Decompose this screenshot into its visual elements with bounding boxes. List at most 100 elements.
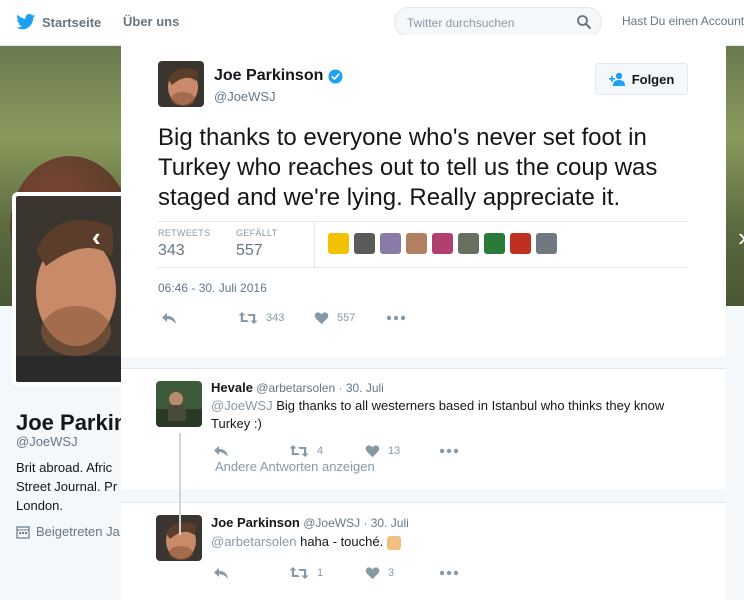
profile-handle: @JoeWSJ bbox=[16, 434, 78, 449]
profile-name: Joe Parkin bbox=[16, 410, 128, 435]
reply-retweet-count: 4 bbox=[317, 445, 324, 457]
nav-about-link[interactable]: Über uns bbox=[123, 14, 179, 29]
like-stat[interactable]: GEFÄLLT 557 bbox=[236, 228, 277, 260]
stats-divider-bottom bbox=[158, 267, 688, 268]
reply-header: Hevale @arbetarsolen · 30. Juli bbox=[211, 380, 384, 395]
reply-date[interactable]: 30. Juli bbox=[346, 381, 384, 395]
thumbs-up-emoji-icon bbox=[386, 535, 401, 550]
more-dots-icon bbox=[439, 448, 459, 454]
more-replies-link[interactable]: Andere Antworten anzeigen bbox=[215, 459, 375, 474]
retweet-icon bbox=[289, 567, 309, 579]
chevron-right-icon[interactable]: › bbox=[738, 222, 744, 253]
face-avatar[interactable] bbox=[406, 233, 427, 254]
portrait-avatar[interactable] bbox=[432, 233, 453, 254]
reply-like-count: 3 bbox=[388, 567, 395, 579]
reply-text: @arbetarsolen haha - touché. bbox=[211, 533, 691, 551]
add-user-icon bbox=[608, 72, 625, 86]
reply-icon bbox=[162, 312, 176, 324]
retweet-button[interactable]: 1 bbox=[289, 566, 365, 580]
reply-header: Joe Parkinson @JoeWSJ · 30. Juli bbox=[211, 515, 409, 530]
reply-text: @JoeWSJ Big thanks to all westerners bas… bbox=[211, 397, 691, 433]
portrait-avatar[interactable] bbox=[354, 233, 375, 254]
verified-badge-icon bbox=[328, 68, 343, 84]
retweet-icon bbox=[289, 445, 309, 457]
group-avatar[interactable] bbox=[458, 233, 479, 254]
more-options-button[interactable] bbox=[439, 570, 467, 576]
reply-date[interactable]: 30. Juli bbox=[371, 516, 409, 530]
like-stat-label: GEFÄLLT bbox=[236, 228, 278, 238]
retweet-stat-label: RETWEETS bbox=[158, 228, 211, 238]
author-avatar-image bbox=[158, 61, 204, 107]
reply-mention[interactable]: @JoeWSJ bbox=[211, 398, 273, 413]
reply-icon bbox=[214, 567, 228, 579]
reply-actions: 1 3 bbox=[213, 566, 467, 580]
reply-item[interactable]: Hevale @arbetarsolen · 30. Juli @JoeWSJ … bbox=[121, 368, 726, 489]
author-avatar[interactable] bbox=[158, 61, 204, 107]
tweet-timestamp[interactable]: 06:46 - 30. Juli 2016 bbox=[158, 281, 267, 295]
replies-section: Hevale @arbetarsolen · 30. Juli @JoeWSJ … bbox=[121, 357, 726, 600]
reply-icon bbox=[214, 445, 228, 457]
like-button[interactable]: 13 bbox=[365, 444, 439, 458]
reply-avatar[interactable] bbox=[156, 381, 202, 427]
like-button[interactable]: 557 bbox=[314, 311, 386, 325]
profile-joined-label: Beigetreten Ja bbox=[36, 524, 120, 539]
retweet-icon bbox=[238, 312, 258, 324]
like-count: 557 bbox=[337, 312, 356, 324]
chevron-left-icon[interactable]: ‹ bbox=[92, 222, 101, 253]
nav-home-link[interactable]: Startseite bbox=[16, 14, 101, 30]
heart-icon bbox=[365, 445, 380, 458]
retweet-stat[interactable]: RETWEETS 343 bbox=[158, 228, 210, 260]
more-options-button[interactable] bbox=[439, 448, 467, 454]
more-dots-icon bbox=[386, 315, 406, 321]
tweet-modal: Joe Parkinson @JoeWSJ Folgen Big thanks … bbox=[121, 35, 726, 600]
reply-button[interactable] bbox=[161, 312, 238, 325]
calendar-icon bbox=[16, 525, 30, 539]
reply-author-name[interactable]: Hevale bbox=[211, 380, 253, 395]
tweet-text: Big thanks to everyone who's never set f… bbox=[158, 124, 658, 211]
profile-avatar[interactable] bbox=[12, 192, 126, 386]
retweet-stat-value: 343 bbox=[158, 242, 185, 259]
twitter-bird-icon bbox=[16, 14, 36, 30]
search-icon[interactable] bbox=[576, 14, 592, 30]
man-avatar[interactable] bbox=[536, 233, 557, 254]
sun-flower-avatar[interactable] bbox=[328, 233, 349, 254]
login-prompt[interactable]: Hast Du einen Account? bbox=[622, 14, 744, 28]
profile-bio: Brit abroad. Afric Street Journal. Pr Lo… bbox=[16, 460, 118, 513]
search-placeholder: Twitter durchsuchen bbox=[407, 16, 515, 30]
conversation-thread-line bbox=[179, 433, 181, 535]
reply-body: haha - touché. bbox=[300, 534, 384, 549]
search-input[interactable]: Twitter durchsuchen bbox=[394, 7, 602, 37]
stats-vertical-divider bbox=[314, 221, 315, 267]
like-button[interactable]: 3 bbox=[365, 566, 439, 580]
nav-home-label: Startseite bbox=[42, 14, 102, 30]
reply-author-name[interactable]: Joe Parkinson bbox=[211, 515, 300, 530]
reply-like-count: 13 bbox=[388, 445, 401, 457]
reply-author-handle[interactable]: @arbetarsolen bbox=[256, 381, 335, 395]
retweet-button[interactable]: 4 bbox=[289, 444, 365, 458]
author-name[interactable]: Joe Parkinson bbox=[214, 67, 343, 85]
profile-avatar-image bbox=[16, 196, 122, 382]
reply-author-handle[interactable]: @JoeWSJ bbox=[303, 516, 360, 530]
author-handle[interactable]: @JoeWSJ bbox=[214, 89, 276, 104]
follow-button[interactable]: Folgen bbox=[595, 63, 688, 95]
photo-avatar[interactable] bbox=[380, 233, 401, 254]
reply-item[interactable]: Joe Parkinson @JoeWSJ · 30. Juli @arbeta… bbox=[121, 502, 726, 600]
logo-avatar[interactable] bbox=[510, 233, 531, 254]
liker-avatars bbox=[328, 233, 562, 254]
reply-button[interactable] bbox=[213, 445, 289, 458]
retweet-count: 343 bbox=[266, 312, 285, 324]
retweet-button[interactable]: 343 bbox=[238, 311, 314, 325]
more-options-button[interactable] bbox=[386, 315, 414, 321]
reply-body: Big thanks to all westerners based in Is… bbox=[211, 398, 665, 431]
like-stat-value: 557 bbox=[236, 242, 263, 259]
more-dots-icon bbox=[439, 570, 459, 576]
flag-avatar[interactable] bbox=[484, 233, 505, 254]
author-name-label: Joe Parkinson bbox=[214, 67, 324, 84]
nav-about-label: Über uns bbox=[123, 14, 180, 29]
heart-icon bbox=[365, 567, 380, 580]
reply-mention[interactable]: @arbetarsolen bbox=[211, 534, 296, 549]
stats-divider-top bbox=[158, 221, 688, 222]
reply-button[interactable] bbox=[213, 567, 289, 580]
reply-actions: 4 13 bbox=[213, 444, 467, 458]
heart-icon bbox=[314, 312, 329, 325]
